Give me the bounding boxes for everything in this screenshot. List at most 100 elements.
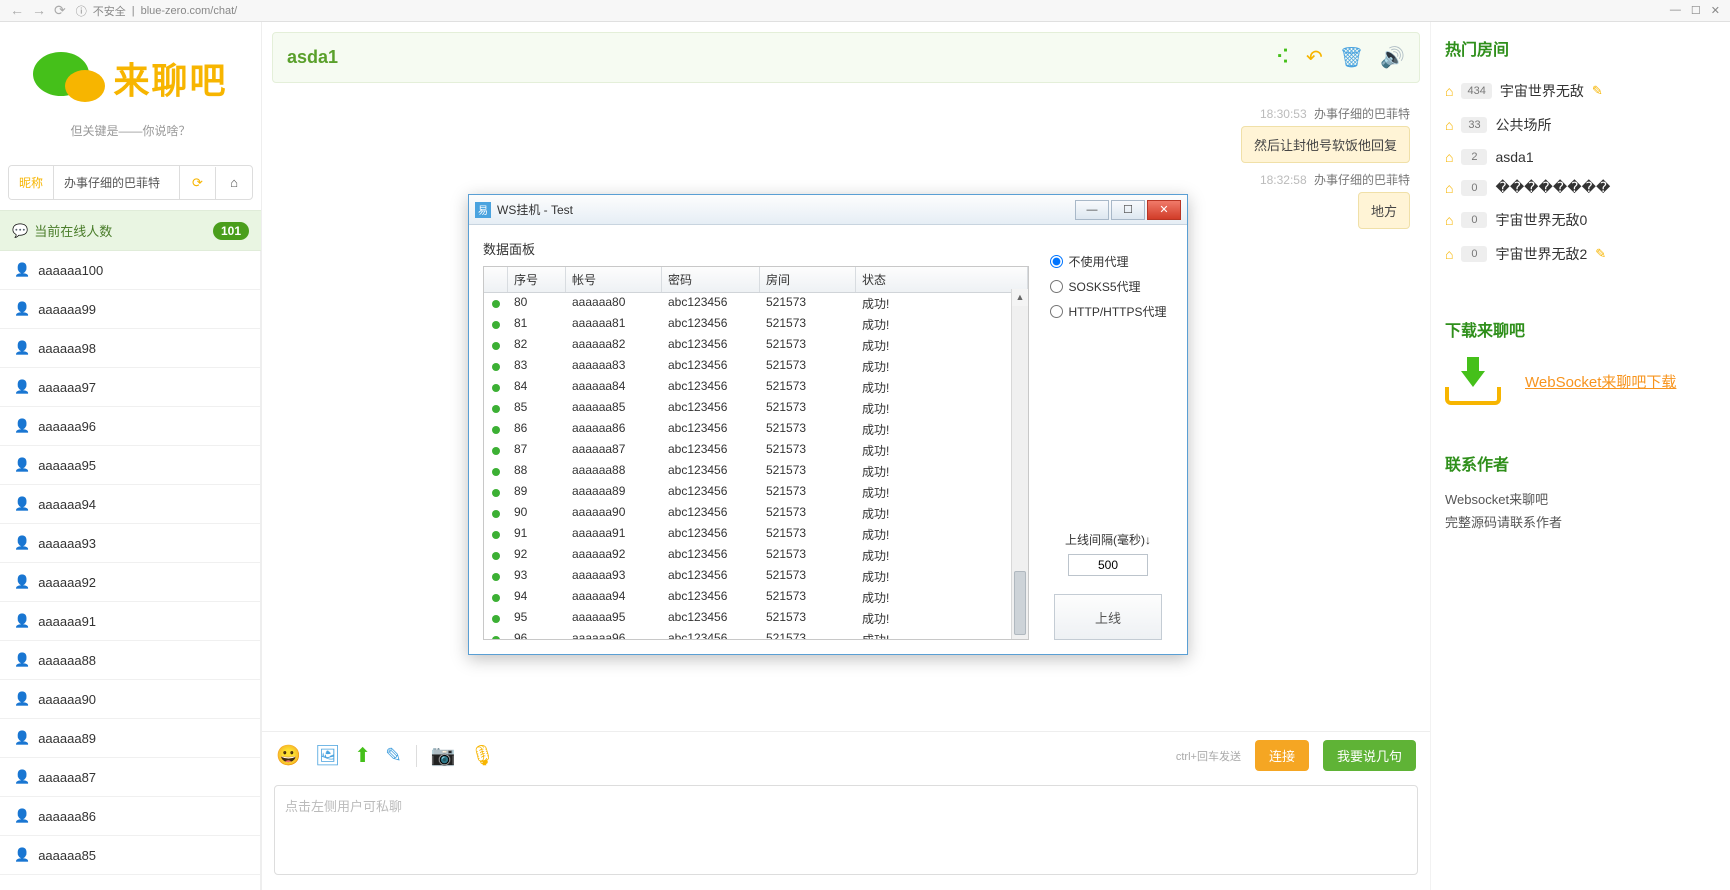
grid-row[interactable]: 93aaaaaa93abc123456521573成功! [484,566,1028,587]
room-item[interactable]: ⌂33公共场所 [1445,108,1716,142]
person-icon: 👤 [14,262,30,278]
say-button[interactable]: 我要说几句 [1323,740,1416,771]
proxy-http[interactable]: HTTP/HTTPS代理 [1050,303,1167,320]
user-name: aaaaaa97 [38,380,96,395]
user-item[interactable]: 👤aaaaaa92 [0,563,260,602]
cell-pwd: abc123456 [662,525,760,544]
nickname-value[interactable]: 办事仔细的巴菲特 [54,166,180,199]
grid-row[interactable]: 92aaaaaa92abc123456521573成功! [484,545,1028,566]
mic-icon[interactable]: 🎙 [470,743,495,768]
grid-scrollbar[interactable]: ▲ [1011,289,1028,639]
go-online-button[interactable]: 上线 [1054,594,1162,640]
dialog-min-button[interactable]: — [1075,200,1109,220]
user-item[interactable]: 👤aaaaaa97 [0,368,260,407]
grid-row[interactable]: 82aaaaaa82abc123456521573成功! [484,335,1028,356]
user-list[interactable]: 👤aaaaaa100👤aaaaaa99👤aaaaaa98👤aaaaaa97👤aa… [0,251,261,890]
window-min-icon[interactable]: — [1670,4,1681,17]
share-icon[interactable]: ⠪ [1275,45,1290,70]
grid-row[interactable]: 80aaaaaa80abc123456521573成功! [484,293,1028,314]
trash-icon[interactable]: 🗑 [1339,45,1364,70]
user-item[interactable]: 👤aaaaaa100 [0,251,260,290]
cell-room: 521573 [760,294,856,313]
grid-row[interactable]: 94aaaaaa94abc123456521573成功! [484,587,1028,608]
room-name: 宇宙世界无敌2 [1495,244,1587,264]
grid-row[interactable]: 95aaaaaa95abc123456521573成功! [484,608,1028,629]
sound-icon[interactable]: 🔊 [1380,45,1405,70]
grid-row[interactable]: 85aaaaaa85abc123456521573成功! [484,398,1028,419]
home-icon[interactable]: ⌂ [216,167,252,198]
connect-button[interactable]: 连接 [1255,740,1309,771]
refresh-icon[interactable]: ⟳ [180,167,216,199]
grid-row[interactable]: 83aaaaaa83abc123456521573成功! [484,356,1028,377]
user-item[interactable]: 👤aaaaaa91 [0,602,260,641]
scroll-up-icon[interactable]: ▲ [1012,289,1028,306]
room-item[interactable]: ⌂0�������� [1445,172,1716,203]
grid-row[interactable]: 90aaaaaa90abc123456521573成功! [484,503,1028,524]
user-item[interactable]: 👤aaaaaa90 [0,680,260,719]
emoji-icon[interactable]: 😀 [276,743,301,768]
user-item[interactable]: 👤aaaaaa99 [0,290,260,329]
window-max-icon[interactable]: ☐ [1691,4,1701,17]
grid-row[interactable]: 88aaaaaa88abc123456521573成功! [484,461,1028,482]
edit-icon[interactable]: ✎ [385,743,402,768]
back-icon[interactable]: ← [10,2,24,19]
pencil-icon[interactable]: ✎ [1592,83,1603,99]
col-pwd[interactable]: 密码 [662,267,760,292]
window-close-icon[interactable]: ✕ [1711,4,1720,17]
grid-row[interactable]: 86aaaaaa86abc123456521573成功! [484,419,1028,440]
cell-seq: 89 [508,483,566,502]
interval-input[interactable] [1068,554,1148,576]
proxy-none[interactable]: 不使用代理 [1050,253,1167,270]
dialog-max-button[interactable]: ☐ [1111,200,1145,220]
ws-dialog[interactable]: 易 WS挂机 - Test — ☐ ✕ 数据面板 序号 帐号 密码 房间 状态 … [468,194,1188,655]
room-title: asda1 [287,47,338,68]
camera-icon[interactable]: 📷 [431,743,456,768]
proxy-socks[interactable]: SOSKS5代理 [1050,278,1167,295]
room-item[interactable]: ⌂0宇宙世界无敌2✎ [1445,237,1716,271]
cell-seq: 81 [508,315,566,334]
person-icon: 👤 [14,535,30,551]
data-grid[interactable]: 序号 帐号 密码 房间 状态 80aaaaaa80abc123456521573… [483,266,1029,640]
forward-icon[interactable]: → [32,2,46,19]
room-item[interactable]: ⌂434宇宙世界无敌✎ [1445,74,1716,108]
col-room[interactable]: 房间 [760,267,856,292]
user-item[interactable]: 👤aaaaaa98 [0,329,260,368]
grid-row[interactable]: 96aaaaaa96abc123456521573成功! [484,629,1028,639]
user-item[interactable]: 👤aaaaaa94 [0,485,260,524]
grid-row[interactable]: 87aaaaaa87abc123456521573成功! [484,440,1028,461]
dialog-titlebar[interactable]: 易 WS挂机 - Test — ☐ ✕ [469,195,1187,225]
col-stat[interactable]: 状态 [856,267,1028,292]
undo-icon[interactable]: ↶ [1306,45,1323,70]
col-acc[interactable]: 帐号 [566,267,662,292]
grid-row[interactable]: 81aaaaaa81abc123456521573成功! [484,314,1028,335]
image-icon[interactable]: 🖼 [315,743,340,768]
download-link[interactable]: WebSocket来聊吧下载 [1525,371,1676,392]
user-item[interactable]: 👤aaaaaa87 [0,758,260,797]
user-name: aaaaaa91 [38,614,96,629]
home-icon: ⌂ [1445,212,1453,228]
grid-row[interactable]: 91aaaaaa91abc123456521573成功! [484,524,1028,545]
cell-seq: 87 [508,441,566,460]
home-icon: ⌂ [1445,149,1453,165]
user-item[interactable]: 👤aaaaaa88 [0,641,260,680]
user-item[interactable]: 👤aaaaaa89 [0,719,260,758]
grid-row[interactable]: 89aaaaaa89abc123456521573成功! [484,482,1028,503]
room-item[interactable]: ⌂0宇宙世界无敌0 [1445,203,1716,237]
grid-row[interactable]: 84aaaaaa84abc123456521573成功! [484,377,1028,398]
room-count: 33 [1461,117,1487,133]
dialog-close-button[interactable]: ✕ [1147,200,1181,220]
col-seq[interactable]: 序号 [508,267,566,292]
scroll-thumb[interactable] [1014,571,1026,635]
user-item[interactable]: 👤aaaaaa95 [0,446,260,485]
cell-acc: aaaaaa90 [566,504,662,523]
upload-icon[interactable]: ⬆ [354,743,371,768]
user-item[interactable]: 👤aaaaaa93 [0,524,260,563]
room-item[interactable]: ⌂2asda1 [1445,142,1716,172]
user-item[interactable]: 👤aaaaaa86 [0,797,260,836]
message-input[interactable] [274,785,1418,875]
user-item[interactable]: 👤aaaaaa85 [0,836,260,875]
status-dot-icon [484,378,508,397]
pencil-icon[interactable]: ✎ [1595,246,1606,262]
reload-icon[interactable]: ⟳ [54,2,66,19]
user-item[interactable]: 👤aaaaaa96 [0,407,260,446]
